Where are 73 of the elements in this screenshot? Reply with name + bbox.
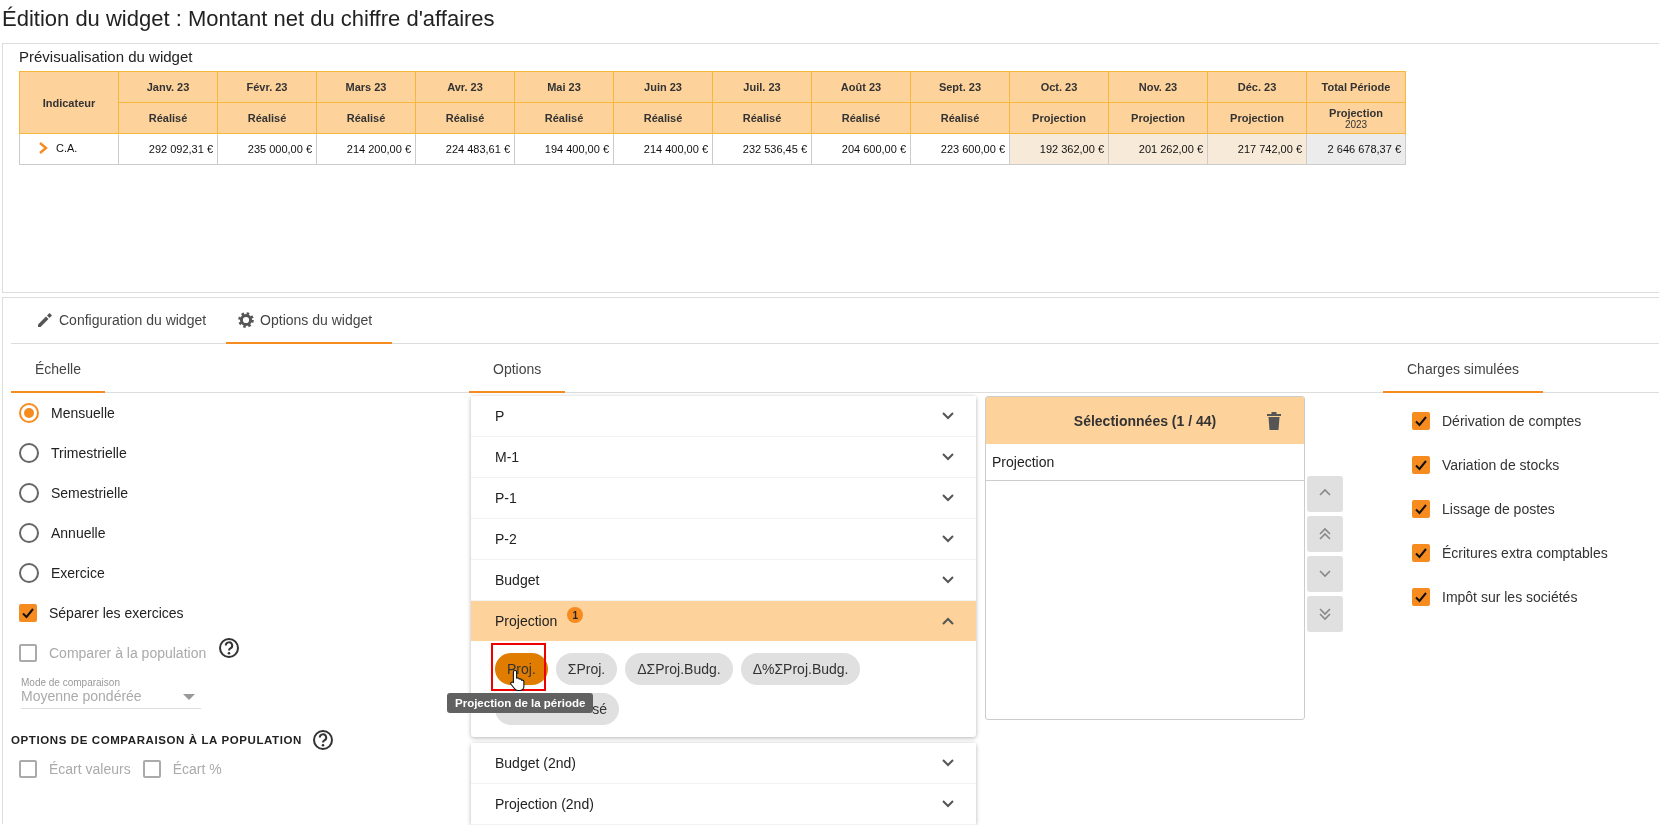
section-heading: Charges simulées xyxy=(1383,361,1544,393)
option-label: Lissage de postes xyxy=(1442,501,1555,517)
count-badge: 1 xyxy=(567,607,584,623)
column-header: Mars 23 xyxy=(316,71,416,103)
table-cell: 214 200,00 € xyxy=(316,133,416,165)
column-header: Réalisé xyxy=(712,102,812,134)
column-header: Réalisé xyxy=(514,102,614,134)
table-cell: 192 362,00 € xyxy=(1009,133,1109,165)
column-header: Réalisé xyxy=(613,102,713,134)
column-header: Réalisé xyxy=(811,102,911,134)
column-header: Réalisé xyxy=(118,102,218,134)
option-label: Impôt sur les sociétés xyxy=(1442,589,1578,605)
column-header: Août 23 xyxy=(811,71,911,103)
section-heading: OPTIONS DE COMPARAISON À LA POPULATION xyxy=(11,734,302,746)
group-label: Budget (2nd) xyxy=(495,755,576,771)
tooltip: Projection de la période xyxy=(447,693,594,713)
column-header: Févr. 23 xyxy=(217,71,317,103)
option-label: Écart valeurs xyxy=(49,761,131,777)
column-header: Indicateur xyxy=(19,71,119,134)
row-label: C.A. xyxy=(56,142,78,154)
column-header: Total Période xyxy=(1306,71,1406,103)
table-cell: 201 262,00 € xyxy=(1108,133,1208,165)
option-label: Mensuelle xyxy=(51,405,115,421)
column-header: Déc. 23 xyxy=(1207,71,1307,103)
column-header: Projection xyxy=(1207,102,1307,134)
option-label: Écritures extra comptables xyxy=(1442,545,1608,561)
dropdown-field: Mode de comparaison Moyenne pondérée xyxy=(21,677,201,709)
option-label: Semestrielle xyxy=(51,485,129,501)
panel-title: Sélectionnées (1 / 44) xyxy=(1073,412,1217,429)
column-header: Projection xyxy=(1009,102,1109,134)
table-cell: 235 000,00 € xyxy=(217,133,317,165)
column-header: Projection 2023 xyxy=(1306,102,1406,134)
option-label: Dérivation de comptes xyxy=(1442,413,1582,429)
table-cell: 194 400,00 € xyxy=(514,133,614,165)
table-cell: 2 646 678,37 € xyxy=(1306,133,1406,165)
column-header: Oct. 23 xyxy=(1009,71,1109,103)
option-label: Trimestrielle xyxy=(51,445,127,461)
column-header: Réalisé xyxy=(316,102,416,134)
section-heading: Options xyxy=(469,361,566,393)
column-header: Réalisé xyxy=(217,102,317,134)
option-label: Exercice xyxy=(51,565,105,581)
column-header: Projection xyxy=(1108,102,1208,134)
option-label: Écart % xyxy=(172,761,222,777)
section-heading: Échelle xyxy=(11,361,105,393)
group-label: P xyxy=(495,408,505,424)
preview-title: Prévisualisation du widget xyxy=(19,48,193,65)
group-label: M-1 xyxy=(495,449,520,465)
option-label: Comparer à la population xyxy=(49,645,207,661)
option-label: Variation de stocks xyxy=(1442,457,1560,473)
column-header: Juin 23 xyxy=(613,71,713,103)
table-cell: 232 536,45 € xyxy=(712,133,812,165)
column-header: Réalisé xyxy=(415,102,515,134)
table-cell: 217 742,00 € xyxy=(1207,133,1307,165)
option-label: Séparer les exercices xyxy=(49,605,184,621)
page-title: Édition du widget : Montant net du chiffre d'affaires xyxy=(2,6,495,32)
column-header: Sept. 23 xyxy=(910,71,1010,103)
group-label: Budget xyxy=(495,572,540,588)
column-header: Janv. 23 xyxy=(118,71,218,103)
column-header: Réalisé xyxy=(910,102,1010,134)
table-cell: 223 600,00 € xyxy=(910,133,1010,165)
group-label: Projection xyxy=(495,613,558,629)
column-header: Nov. 23 xyxy=(1108,71,1208,103)
table-cell: 224 483,61 € xyxy=(415,133,515,165)
group-label: P-1 xyxy=(495,490,517,506)
column-header: Mai 23 xyxy=(514,71,614,103)
table-cell: 292 092,31 € xyxy=(118,133,218,165)
table-cell: 214 400,00 € xyxy=(613,133,713,165)
column-header: Juil. 23 xyxy=(712,71,812,103)
option-label: Annuelle xyxy=(51,525,106,541)
group-label: P-2 xyxy=(495,531,517,547)
group-label: Projection (2nd) xyxy=(495,796,594,812)
column-header: Avr. 23 xyxy=(415,71,515,103)
table-cell: 204 600,00 € xyxy=(811,133,911,165)
